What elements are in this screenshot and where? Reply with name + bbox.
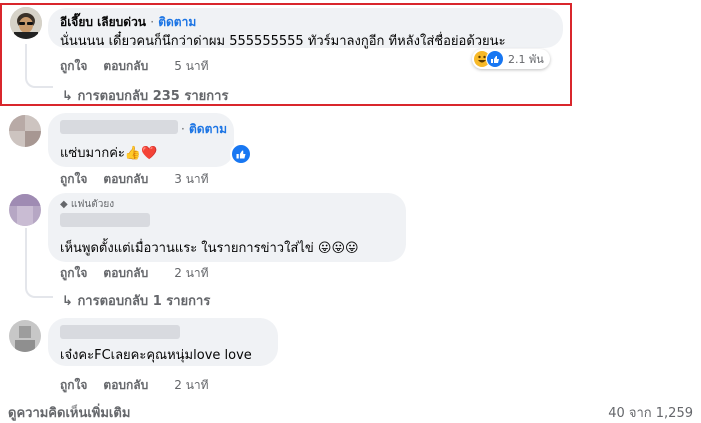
reply-button[interactable]: ตอบกลับ (103, 59, 148, 73)
blurred-name (60, 325, 180, 339)
comment-text: แซ่บมากค่ะ👍❤️ (60, 146, 158, 161)
timestamp[interactable]: 5 นาที (174, 59, 208, 73)
comment-text: เห็นพูดตั้งแต่เมื่อวานแระ ในรายการข่าวใส… (60, 241, 359, 256)
like-reaction-icon[interactable] (230, 143, 252, 165)
reaction-count: 2.1 พัน (508, 53, 544, 66)
timestamp[interactable]: 3 นาที (174, 172, 208, 186)
blurred-name (60, 213, 150, 227)
comment-actions: ถูกใจ ตอบกลับ 2 นาที (60, 264, 225, 283)
comment-actions: ถูกใจ ตอบกลับ 5 นาที (60, 57, 225, 76)
reply-button[interactable]: ตอบกลับ (103, 172, 148, 186)
blurred-name (60, 120, 178, 134)
more-comments-link[interactable]: ดูความคิดเห็นเพิ่มเติม (8, 402, 130, 423)
comment-text: นั่นนนน เดี๋ยวคนก็นึกว่าด่าผม 555555555 … (60, 34, 506, 49)
like-button[interactable]: ถูกใจ (60, 378, 87, 392)
replies-label: การตอบกลับ 1 รายการ (77, 294, 211, 309)
comment-bubble: · ติดตาม แซ่บมากค่ะ👍❤️ (48, 113, 234, 167)
top-fan-badge: ◆ แฟนตัวยง (60, 197, 114, 212)
comment-actions: ถูกใจ ตอบกลับ 2 นาที (60, 376, 225, 395)
avatar[interactable] (9, 115, 41, 147)
comment-bubble: ◆ แฟนตัวยง เห็นพูดตั้งแต่เมื่อวานแระ ในร… (48, 193, 406, 262)
follow-link[interactable]: ติดตาม (158, 15, 196, 29)
comment-bubble: เจ๋งคะFCเลยคะคุณหนุ่มlove love (48, 318, 278, 366)
avatar-image (10, 7, 42, 39)
separator: · (181, 122, 185, 136)
diamond-icon: ◆ (60, 199, 68, 210)
reply-arrow-icon: ↳ (62, 89, 73, 104)
avatar-image (9, 320, 41, 352)
badge-label: แฟนตัวยง (70, 199, 115, 210)
comment-text: เจ๋งคะFCเลยคะคุณหนุ่มlove love (60, 348, 252, 363)
like-button[interactable]: ถูกใจ (60, 172, 87, 186)
thread-line (25, 228, 27, 288)
view-replies-button[interactable]: ↳ การตอบกลับ 235 รายการ (62, 85, 228, 106)
replies-label: การตอบกลับ 235 รายการ (77, 89, 229, 104)
reply-button[interactable]: ตอบกลับ (103, 378, 148, 392)
avatar[interactable] (9, 320, 41, 352)
reaction-summary[interactable]: 2.1 พัน (472, 49, 550, 69)
avatar-image (9, 194, 41, 226)
comment-count: 40 จาก 1,259 (608, 406, 693, 421)
reply-arrow-icon: ↳ (62, 294, 73, 309)
thread-curve (25, 282, 53, 298)
commenter-name[interactable]: อีเจี๊ยบ เลียบด่วน (60, 15, 146, 29)
avatar[interactable] (10, 7, 42, 39)
avatar[interactable] (9, 194, 41, 226)
timestamp[interactable]: 2 นาที (174, 378, 208, 392)
view-replies-button[interactable]: ↳ การตอบกลับ 1 รายการ (62, 290, 210, 311)
reply-button[interactable]: ตอบกลับ (103, 266, 148, 280)
thread-curve (25, 72, 53, 88)
comment-bubble: อีเจี๊ยบ เลียบด่วน · ติดตาม นั่นนนน เดี๋… (48, 8, 563, 49)
like-reaction-icon (486, 50, 504, 68)
like-button[interactable]: ถูกใจ (60, 266, 87, 280)
timestamp[interactable]: 2 นาที (174, 266, 208, 280)
separator: · (150, 15, 155, 29)
avatar-image (9, 115, 41, 147)
like-button[interactable]: ถูกใจ (60, 59, 87, 73)
follow-link[interactable]: ติดตาม (189, 122, 227, 136)
comment-actions: ถูกใจ ตอบกลับ 3 นาที (60, 170, 225, 189)
